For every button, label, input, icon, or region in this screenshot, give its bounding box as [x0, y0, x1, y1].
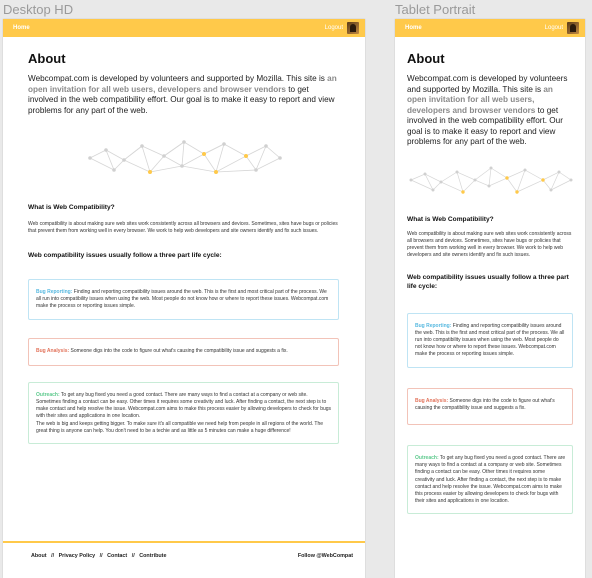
bug-analysis-card: Bug Analysis: Someone digs into the code… [28, 337, 339, 366]
outreach-text: To get any bug fixed you need a good con… [36, 391, 332, 420]
footer-separator: // [51, 553, 55, 559]
nav-logout-link[interactable]: Logout [545, 25, 563, 31]
outreach-card: Outreach: To get any bug fixed you need … [407, 444, 573, 515]
footer-follow-link[interactable]: Follow @WebCompat [298, 553, 353, 559]
nav-user-area: Logout [325, 22, 359, 34]
bug-analysis-label: Bug Analysis: [36, 347, 70, 354]
outreach-text: To get any bug fixed you need a good con… [415, 454, 566, 505]
nav-user-area: Logout [545, 22, 579, 34]
bug-analysis-card: Bug Analysis: Someone digs into the code… [407, 387, 573, 425]
what-is-text: Web compatibility is about making sure w… [407, 230, 572, 258]
footer-separator: // [131, 553, 135, 559]
bug-reporting-text: Finding and reporting compatibility issu… [36, 289, 329, 310]
page-title: About [28, 51, 66, 66]
network-illustration [409, 166, 573, 194]
what-is-heading: What is Web Compatibility? [28, 204, 115, 211]
main-content: About Webcompat.com is developed by volu… [395, 37, 585, 515]
tablet-artboard: Home Logout About Webcompat.com is devel… [395, 19, 585, 578]
outreach-label: Outreach: [36, 391, 60, 398]
intro-paragraph: Webcompat.com is developed by volunteers… [407, 74, 573, 148]
desktop-artboard-label: Desktop HD [3, 2, 74, 17]
page-title: About [407, 51, 445, 66]
footer-divider [3, 541, 365, 543]
top-nav: Home Logout [3, 19, 365, 37]
intro-paragraph: Webcompat.com is developed by volunteers… [28, 74, 339, 116]
footer-about-link[interactable]: About [31, 553, 47, 559]
bug-analysis-label: Bug Analysis: [415, 397, 449, 404]
life-cycle-heading: Web compatibility issues usually follow … [28, 252, 222, 259]
bug-reporting-label: Bug Reporting: [415, 322, 452, 329]
bug-analysis-text: Someone digs into the code to figure out… [69, 347, 288, 354]
top-nav: Home Logout [395, 19, 585, 37]
intro-text-1: Webcompat.com is developed by volunteers… [28, 74, 328, 83]
bug-reporting-card: Bug Reporting: Finding and reporting com… [28, 279, 339, 320]
life-cycle-heading: Web compatibility issues usually follow … [407, 273, 569, 290]
footer-privacy-link[interactable]: Privacy Policy [59, 553, 96, 559]
footer-contact-link[interactable]: Contact [107, 553, 127, 559]
outreach-text-2: The web is big and keeps getting bigger.… [36, 420, 324, 434]
nav-logout-link[interactable]: Logout [325, 25, 343, 31]
tablet-artboard-label: Tablet Portrait [395, 2, 476, 17]
what-is-heading: What is Web Compatibility? [407, 215, 494, 223]
outreach-label: Outreach: [415, 454, 439, 461]
nav-home-link[interactable]: Home [405, 25, 422, 31]
outreach-card: Outreach: To get any bug fixed you need … [28, 381, 339, 445]
bug-reporting-label: Bug Reporting: [36, 289, 73, 295]
nav-home-link[interactable]: Home [13, 25, 30, 31]
bug-reporting-card: Bug Reporting: Finding and reporting com… [407, 312, 573, 368]
what-is-text: Web compatibility is about making sure w… [28, 221, 338, 234]
desktop-artboard: Home Logout About Webcompat.com is devel… [3, 19, 365, 578]
footer: About // Privacy Policy // Contact // Co… [3, 547, 365, 565]
avatar[interactable] [347, 22, 359, 34]
footer-contribute-link[interactable]: Contribute [139, 553, 166, 559]
network-illustration [87, 140, 282, 174]
footer-separator: // [99, 553, 103, 559]
avatar[interactable] [567, 22, 579, 34]
footer-links: About // Privacy Policy // Contact // Co… [31, 553, 169, 559]
main-content: About Webcompat.com is developed by volu… [3, 37, 365, 445]
